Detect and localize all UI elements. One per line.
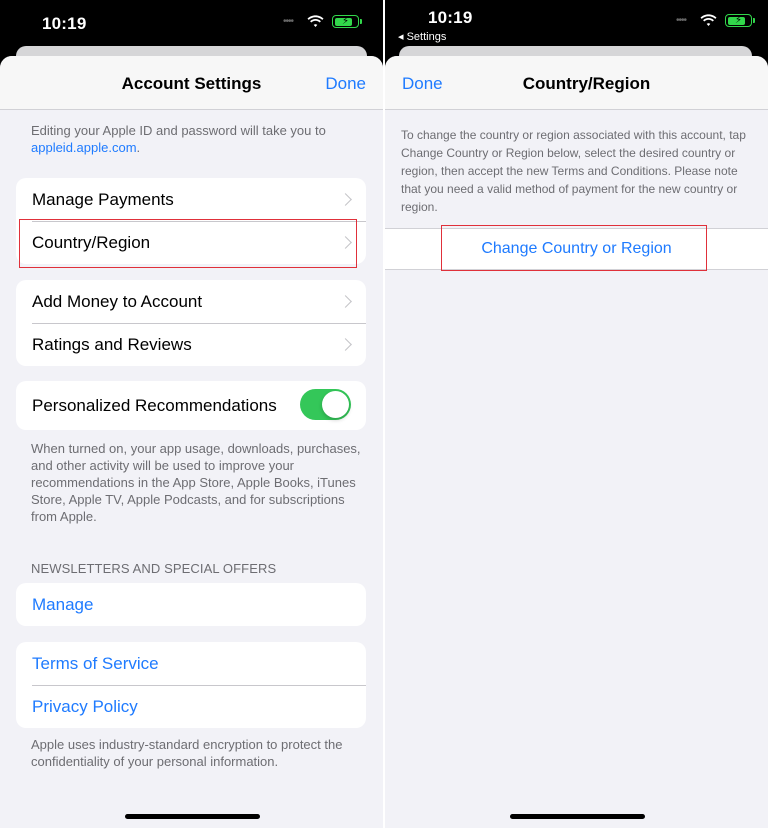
apple-id-note-suffix: .	[136, 140, 141, 155]
status-bar: 10:19 ◂ Settings •••• ⚡	[385, 0, 768, 46]
country-region-sheet: Done Country/Region To change the countr…	[385, 56, 768, 828]
personalized-row: Personalized Recommendations	[16, 381, 366, 430]
status-time: 10:19	[428, 8, 473, 27]
cellular-dots-icon: ••••	[282, 15, 294, 27]
personalized-toggle[interactable]	[300, 389, 351, 420]
manage-payments-row[interactable]: Manage Payments	[16, 178, 366, 221]
country-region-description: To change the country or region associat…	[401, 128, 746, 214]
account-settings-sheet: Account Settings Done Editing your Apple…	[0, 56, 383, 828]
personalized-note: When turned on, your app usage, download…	[31, 441, 361, 524]
done-button[interactable]: Done	[325, 74, 366, 94]
home-indicator[interactable]	[124, 814, 260, 819]
status-icons: •••• ⚡	[675, 14, 755, 27]
status-bar: 10:19 •••• ⚡	[0, 0, 383, 46]
country-region-label: Country/Region	[32, 232, 151, 252]
country-region-screen: 10:19 ◂ Settings •••• ⚡ Done Country/Reg…	[385, 0, 768, 828]
wifi-icon	[700, 14, 717, 26]
payments-group: Manage Payments Country/Region	[16, 178, 366, 264]
status-time: 10:19	[42, 14, 87, 33]
personalized-label: Personalized Recommendations	[32, 395, 277, 415]
battery-icon: ⚡	[725, 14, 755, 27]
add-money-row[interactable]: Add Money to Account	[16, 280, 366, 323]
newsletters-group: Manage	[16, 583, 366, 626]
page-title: Country/Region	[522, 74, 651, 93]
manage-payments-label: Manage Payments	[32, 189, 174, 209]
chevron-right-icon	[339, 337, 352, 351]
account-settings-screen: 10:19 •••• ⚡ Account Settings Done Editi…	[0, 0, 383, 828]
back-to-settings-button[interactable]: ◂ Settings	[398, 30, 446, 43]
apple-id-note-text: Editing your Apple ID and password will …	[31, 123, 326, 138]
privacy-policy-link[interactable]: Privacy Policy	[16, 685, 366, 728]
personalized-group: Personalized Recommendations	[16, 381, 366, 430]
ratings-reviews-label: Ratings and Reviews	[32, 334, 192, 354]
apple-id-link[interactable]: appleid.apple.com	[31, 140, 137, 155]
ratings-reviews-row[interactable]: Ratings and Reviews	[16, 323, 366, 366]
legal-group: Terms of Service Privacy Policy	[16, 642, 366, 728]
wifi-icon	[307, 15, 324, 27]
status-icons: •••• ⚡	[282, 15, 362, 28]
battery-icon: ⚡	[332, 15, 362, 28]
nav-bar: Account Settings Done	[0, 56, 383, 110]
change-country-region-button[interactable]: Change Country or Region	[385, 228, 768, 270]
nav-bar: Done Country/Region	[385, 56, 768, 110]
account-group: Add Money to Account Ratings and Reviews	[16, 280, 366, 366]
apple-id-note: Editing your Apple ID and password will …	[0, 122, 383, 156]
cellular-dots-icon: ••••	[675, 14, 687, 26]
terms-of-service-link[interactable]: Terms of Service	[16, 642, 366, 685]
chevron-right-icon	[339, 192, 352, 206]
manage-button[interactable]: Manage	[16, 583, 366, 626]
encryption-note: Apple uses industry-standard encryption …	[31, 737, 343, 769]
add-money-label: Add Money to Account	[32, 291, 203, 311]
home-indicator[interactable]	[509, 814, 645, 819]
toggle-knob	[322, 391, 349, 418]
chevron-right-icon	[339, 235, 352, 249]
newsletters-header: NEWSLETTERS AND SPECIAL OFFERS	[31, 561, 277, 576]
chevron-right-icon	[339, 294, 352, 308]
country-region-row[interactable]: Country/Region	[16, 221, 366, 264]
